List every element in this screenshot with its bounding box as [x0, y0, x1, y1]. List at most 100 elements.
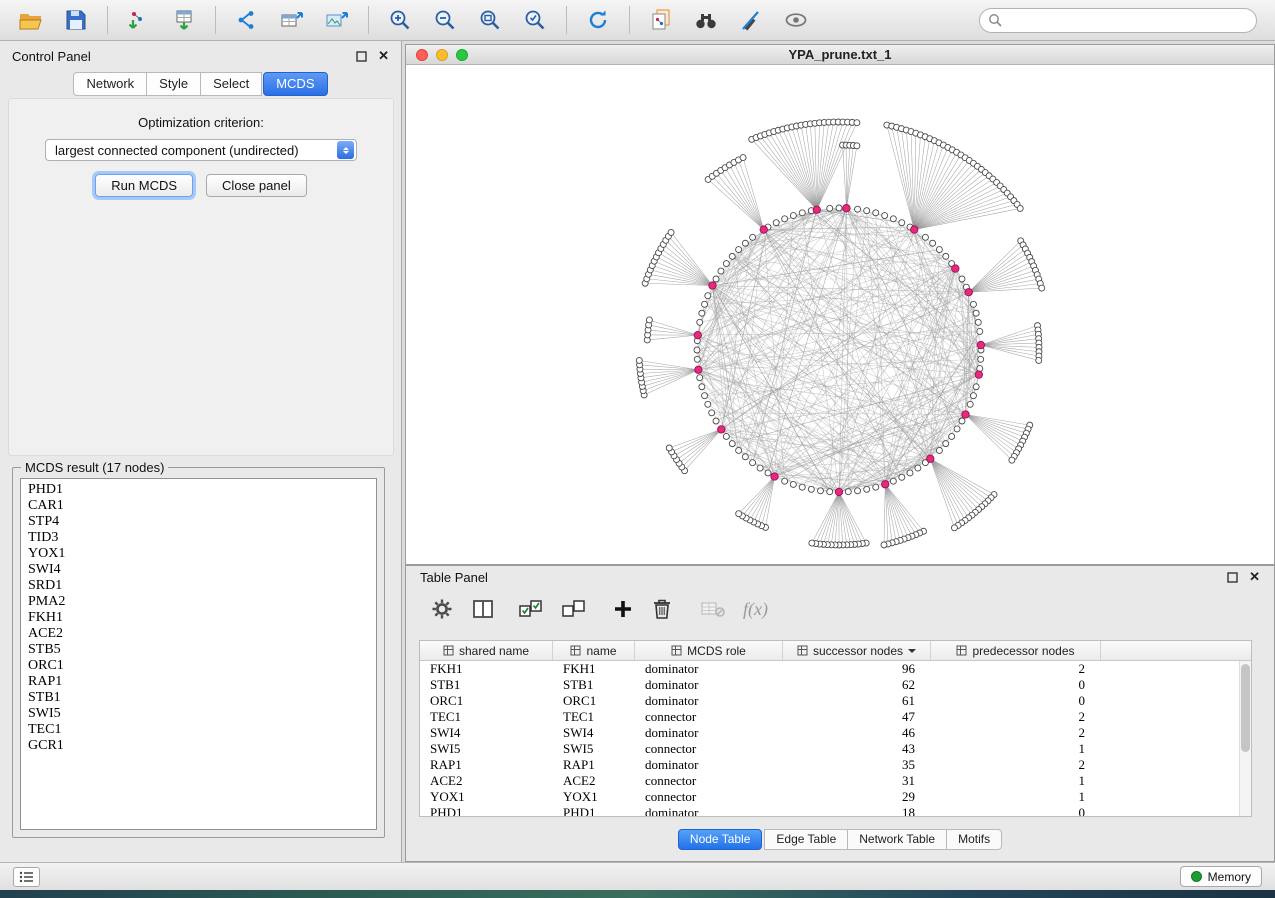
float-panel-icon[interactable] [356, 51, 367, 62]
column-header-mcds-role[interactable]: MCDS role [635, 641, 783, 660]
criterion-selected-value: largest connected component (undirected) [55, 143, 299, 158]
mcds-result-node[interactable]: FKH1 [28, 610, 376, 626]
successor-nodes-cell: 47 [783, 709, 931, 725]
import-table-disabled-button [700, 598, 726, 620]
mcds-result-node[interactable]: CAR1 [28, 498, 376, 514]
column-header-name[interactable]: name [553, 641, 635, 660]
tab-network[interactable]: Network [73, 72, 147, 96]
zoom-out-button[interactable] [424, 4, 466, 36]
tab-mcds[interactable]: MCDS [263, 72, 327, 96]
column-header-predecessor-nodes[interactable]: predecessor nodes [931, 641, 1101, 660]
import-network-button[interactable] [118, 4, 160, 36]
select-all-button[interactable] [518, 597, 544, 621]
zoom-selected-button[interactable] [514, 4, 556, 36]
mcds-result-node[interactable]: ACE2 [28, 626, 376, 642]
mcds-result-node[interactable]: STP4 [28, 514, 376, 530]
table-row[interactable]: SWI5SWI5connector431 [420, 741, 1251, 757]
mcds-result-node[interactable]: ORC1 [28, 658, 376, 674]
close-panel-icon[interactable]: ✕ [378, 50, 389, 62]
toolbar-separator [215, 6, 216, 34]
window-maximize-button[interactable] [456, 49, 468, 61]
mcds-result-node[interactable]: STB5 [28, 642, 376, 658]
tab-node-table[interactable]: Node Table [678, 829, 763, 850]
save-icon [64, 8, 88, 32]
mcds-result-node[interactable]: PHD1 [28, 482, 376, 498]
run-mcds-button[interactable]: Run MCDS [95, 174, 193, 197]
close-panel-icon[interactable]: ✕ [1249, 571, 1260, 583]
import-table-button[interactable] [163, 4, 205, 36]
clone-network-icon [649, 8, 673, 32]
open-session-button[interactable] [10, 4, 52, 36]
export-table-button[interactable] [271, 4, 313, 36]
control-panel-tabs: Network Style Select MCDS [0, 72, 401, 96]
show-panels-button[interactable] [13, 867, 40, 887]
tab-select[interactable]: Select [201, 72, 262, 96]
table-row[interactable]: ACE2ACE2connector311 [420, 773, 1251, 789]
table-row[interactable]: ORC1ORC1dominator610 [420, 693, 1251, 709]
tab-style[interactable]: Style [147, 72, 201, 96]
eye-icon [783, 8, 809, 32]
save-session-button[interactable] [55, 4, 97, 36]
toolbar-separator [107, 6, 108, 34]
search-input[interactable] [979, 8, 1257, 33]
network-canvas[interactable] [406, 65, 1274, 564]
desktop-background [0, 890, 1275, 898]
mcds-result-node[interactable]: STB1 [28, 690, 376, 706]
predecessor-nodes-cell: 2 [931, 709, 1101, 725]
show-graphics-details-button[interactable] [775, 4, 817, 36]
table-row[interactable]: STB1STB1dominator620 [420, 677, 1251, 693]
table-row[interactable]: YOX1YOX1connector291 [420, 789, 1251, 805]
mcds-result-node[interactable]: SRD1 [28, 578, 376, 594]
shared-name-cell: SWI4 [420, 725, 553, 741]
table-row[interactable]: FKH1FKH1dominator962 [420, 661, 1251, 677]
close-panel-button[interactable]: Close panel [206, 174, 307, 197]
mcds-result-node[interactable]: SWI5 [28, 706, 376, 722]
column-type-icon [443, 645, 454, 656]
export-network-button[interactable] [226, 4, 268, 36]
find-button[interactable] [685, 4, 727, 36]
tab-edge-table[interactable]: Edge Table [764, 829, 848, 850]
float-panel-icon[interactable] [1227, 572, 1238, 583]
mcds-result-node[interactable]: TEC1 [28, 722, 376, 738]
table-row[interactable]: RAP1RAP1dominator352 [420, 757, 1251, 773]
tab-motifs[interactable]: Motifs [947, 829, 1002, 850]
mcds-result-node[interactable]: YOX1 [28, 546, 376, 562]
window-close-button[interactable] [416, 49, 428, 61]
mcds-result-node[interactable]: GCR1 [28, 738, 376, 754]
table-row[interactable]: SWI4SWI4dominator462 [420, 725, 1251, 741]
filler-cell [1101, 677, 1251, 693]
mcds-result-node[interactable]: SWI4 [28, 562, 376, 578]
create-column-button[interactable] [612, 598, 634, 620]
tab-network-table[interactable]: Network Table [848, 829, 947, 850]
table-mode-button[interactable] [430, 597, 454, 621]
column-header-successor-nodes[interactable]: successor nodes [783, 641, 931, 660]
refresh-view-button[interactable] [577, 4, 619, 36]
mcds-result-node[interactable]: PMA2 [28, 594, 376, 610]
show-columns-button[interactable] [471, 597, 495, 621]
mcds-result-title: MCDS result (17 nodes) [21, 460, 168, 475]
table-scrollbar[interactable] [1239, 661, 1251, 816]
filler-cell [1101, 773, 1251, 789]
table-tabs: Node Table Edge Table Network Table Moti… [406, 829, 1274, 850]
mcds-result-node[interactable]: RAP1 [28, 674, 376, 690]
clone-network-button[interactable] [640, 4, 682, 36]
deselect-all-button[interactable] [561, 597, 587, 621]
delete-column-button[interactable] [651, 597, 673, 621]
mcds-result-list[interactable]: PHD1CAR1STP4TID3YOX1SWI4SRD1PMA2FKH1ACE2… [20, 478, 377, 830]
criterion-select[interactable]: largest connected component (undirected) [45, 139, 357, 161]
memory-button[interactable]: Memory [1180, 866, 1262, 887]
column-header-shared-name[interactable]: shared name [420, 641, 553, 660]
window-minimize-button[interactable] [436, 49, 448, 61]
export-image-button[interactable] [316, 4, 358, 36]
scrollbar-thumb[interactable] [1241, 664, 1250, 752]
table-row[interactable]: TEC1TEC1connector472 [420, 709, 1251, 725]
export-table-icon [279, 8, 305, 32]
network-window-titlebar[interactable]: YPA_prune.txt_1 [406, 45, 1274, 65]
mcds-result-node[interactable]: TID3 [28, 530, 376, 546]
table-row[interactable]: PHD1PHD1dominator180 [420, 805, 1251, 817]
show-style-button[interactable] [730, 4, 772, 36]
table-body: FKH1FKH1dominator962STB1STB1dominator620… [420, 661, 1251, 817]
zoom-fit-button[interactable] [469, 4, 511, 36]
name-cell: FKH1 [553, 661, 635, 677]
zoom-in-button[interactable] [379, 4, 421, 36]
